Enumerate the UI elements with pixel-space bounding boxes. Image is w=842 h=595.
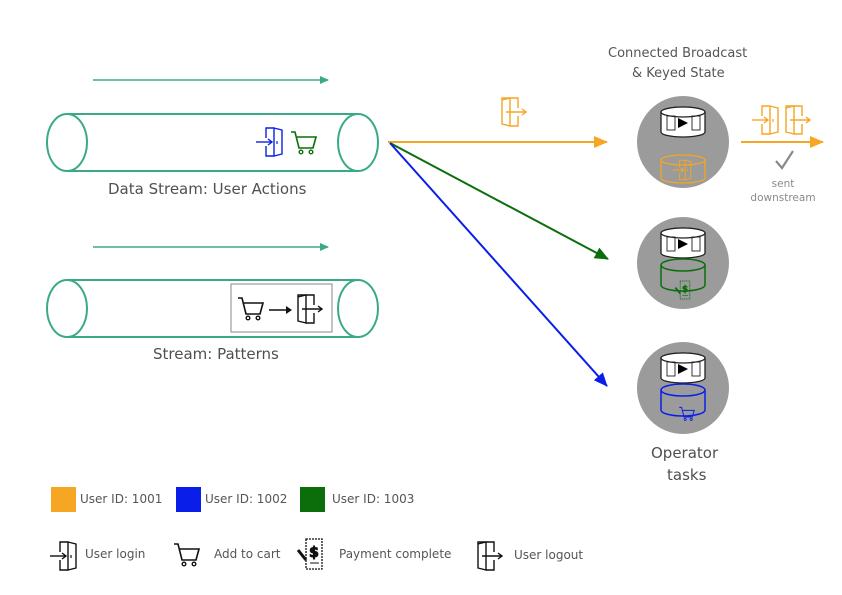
pattern-box: [230, 283, 333, 333]
legend-swatch-1003: [300, 487, 325, 512]
legend-swatch-1001: [51, 487, 76, 512]
patterns-stream-label: Stream: Patterns: [153, 345, 279, 363]
sent-status-line1: sent: [771, 178, 795, 190]
legend-label-1002: User ID: 1002: [205, 492, 288, 506]
legend-payment-complete-icon: [296, 537, 324, 571]
operator-header-line2: & Keyed State: [632, 66, 725, 81]
sent-status-line2: downstream: [750, 192, 816, 204]
route-arrow-user-1002: [389, 142, 608, 387]
legend-label-payment-complete: Payment complete: [339, 547, 452, 561]
user-logout-icon: [785, 105, 811, 135]
pattern-state-icon: [660, 106, 706, 138]
user-actions-stream-pipe: [46, 113, 379, 172]
add-to-cart-icon: [290, 131, 317, 155]
legend-user-login-icon: [49, 541, 77, 571]
legend-add-to-cart-icon: [173, 543, 200, 567]
legend-label-1003: User ID: 1003: [332, 492, 415, 506]
check-icon: [775, 150, 794, 170]
route-arrow-user-1003: [389, 142, 609, 260]
operator-header-line1: Connected Broadcast: [608, 46, 748, 61]
user-login-icon: [255, 127, 283, 157]
legend-swatch-1002: [176, 487, 201, 512]
user-login-icon: [751, 105, 779, 135]
legend-label-user-logout: User logout: [514, 548, 584, 562]
user-logout-icon: [501, 97, 527, 127]
legend-label-user-login: User login: [85, 547, 146, 561]
legend-user-logout-icon: [477, 541, 503, 571]
pattern-state-icon: [660, 352, 706, 384]
operator-footer-line2: tasks: [667, 466, 707, 484]
pattern-state-icon: [660, 227, 706, 259]
operator-footer-line1: Operator: [651, 444, 719, 462]
legend-label-1001: User ID: 1001: [80, 492, 163, 506]
user-actions-stream-label: Data Stream: User Actions: [108, 180, 307, 198]
legend-label-add-to-cart: Add to cart: [214, 547, 281, 561]
